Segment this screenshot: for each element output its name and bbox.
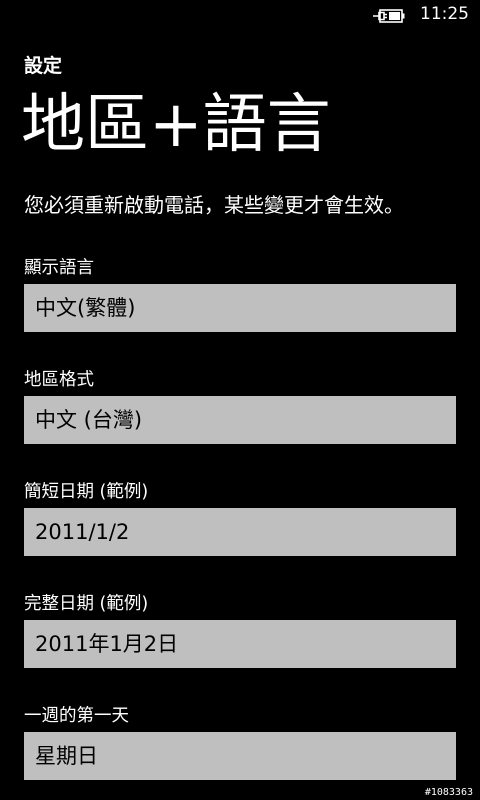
region-format-picker[interactable]: 中文 (台灣) bbox=[24, 396, 456, 444]
app-title: 設定 bbox=[24, 55, 63, 77]
display-language-picker[interactable]: 中文(繁體) bbox=[24, 284, 456, 332]
display-language-label: 顯示語言 bbox=[24, 258, 94, 278]
region-format-label: 地區格式 bbox=[24, 370, 94, 390]
first-day-of-week-label: 一週的第一天 bbox=[24, 706, 129, 726]
long-date-picker[interactable]: 2011年1月2日 bbox=[24, 620, 456, 668]
restart-notice: 您必須重新啟動電話，某些變更才會生效。 bbox=[24, 193, 404, 217]
battery-charging-icon bbox=[373, 9, 405, 23]
short-date-picker[interactable]: 2011/1/2 bbox=[24, 508, 456, 556]
status-time: 11:25 bbox=[420, 4, 469, 24]
watermark: #1083363 bbox=[424, 787, 473, 798]
short-date-label: 簡短日期 (範例) bbox=[24, 482, 149, 502]
first-day-of-week-picker[interactable]: 星期日 bbox=[24, 732, 456, 780]
status-bar: 11:25 bbox=[0, 0, 480, 32]
long-date-label: 完整日期 (範例) bbox=[24, 594, 149, 614]
page-title: 地區+語言 bbox=[21, 88, 331, 162]
